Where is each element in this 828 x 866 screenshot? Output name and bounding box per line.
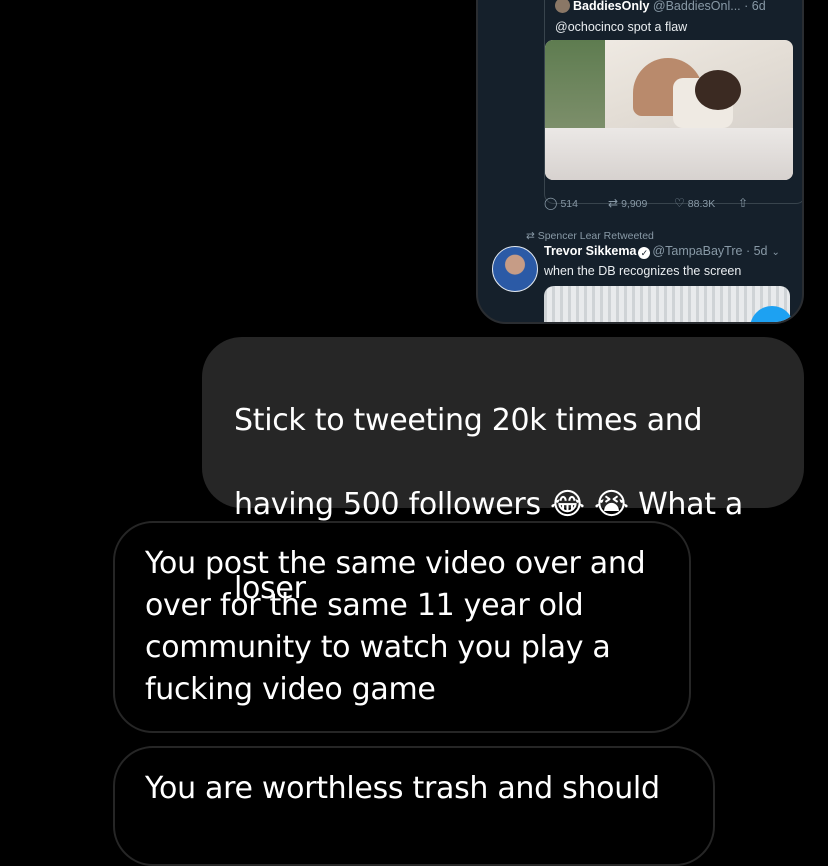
retweet-icon: ⇄	[608, 196, 619, 210]
laughing-emoji-icon: 😂	[550, 487, 585, 522]
message-line: Stick to tweeting 20k times and	[234, 403, 703, 438]
verified-icon: ✓	[638, 247, 651, 259]
share-icon: ⇧	[738, 196, 749, 210]
quoted-handle: @BaddiesOnl...	[652, 0, 741, 13]
heart-icon: ♡	[674, 196, 685, 210]
crying-emoji-icon: 😭	[594, 487, 629, 522]
message-line: having 500 followers	[234, 487, 541, 522]
quoted-name: BaddiesOnly	[573, 0, 650, 13]
share-action[interactable]: ⇧	[738, 196, 751, 210]
quoted-time: · 6d	[744, 0, 766, 13]
tweet-time: · 5d	[745, 244, 768, 258]
sent-message-bubble[interactable]: Stick to tweeting 20k times and having 5…	[202, 337, 804, 606]
retweet-count: 9,909	[621, 198, 648, 210]
quoted-tweet[interactable]: BaddiesOnly @BaddiesOnl... · 6d @ochocin…	[544, 0, 802, 204]
tweet-author-name: Trevor Sikkema	[544, 244, 637, 258]
like-action[interactable]: ♡ 88.3K	[674, 196, 715, 210]
message-line: What a	[638, 487, 744, 522]
quoted-media-image[interactable]	[545, 40, 793, 180]
tweet-avatar[interactable]	[492, 246, 538, 292]
retweet-action[interactable]: ⇄ 9,909	[608, 196, 647, 210]
quoted-text: @ochocinco spot a flaw	[555, 20, 688, 34]
reply-icon: ◯	[544, 196, 558, 210]
received-message-bubble[interactable]: You are worthless trash and should	[113, 746, 715, 866]
reply-count: 514	[560, 198, 578, 210]
quoted-tweet-header: BaddiesOnly @BaddiesOnl... · 6d	[555, 0, 766, 13]
retweet-context: ⇄ Spencer Lear Retweeted	[526, 230, 654, 242]
like-count: 88.3K	[687, 198, 716, 210]
received-message-bubble[interactable]: You post the same video over and over fo…	[113, 521, 691, 733]
shared-tweet-card[interactable]: BaddiesOnly @BaddiesOnl... · 6d @ochocin…	[476, 0, 804, 324]
tweet-text: when the DB recognizes the screen	[544, 264, 742, 278]
retweet-small-icon: ⇄	[526, 230, 538, 242]
chevron-down-icon[interactable]: ⌄	[772, 247, 780, 258]
tweet-header: Trevor Sikkema ✓ @TampaBayTre · 5d ⌄	[544, 244, 780, 259]
quoted-avatar	[555, 0, 570, 13]
tweet-handle: @TampaBayTre	[652, 244, 743, 258]
reply-action[interactable]: ◯ 514	[544, 196, 578, 210]
